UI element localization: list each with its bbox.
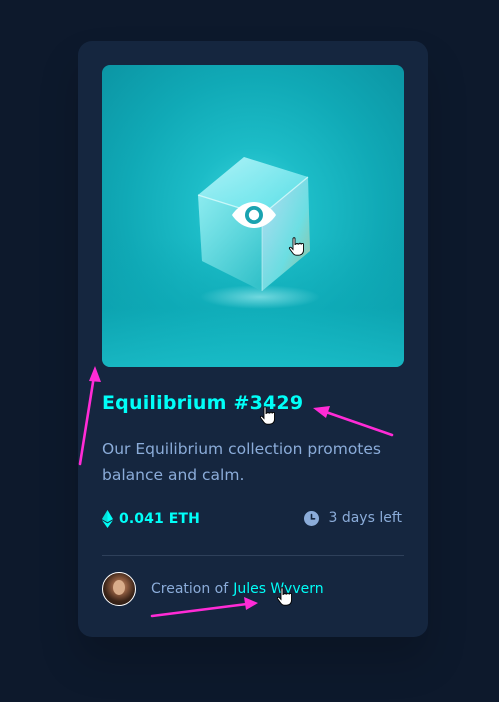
nft-description: Our Equilibrium collection promotes bala… bbox=[102, 440, 381, 484]
nft-card: Equilibrium #3429 Our Equilibrium collec… bbox=[78, 41, 428, 637]
divider bbox=[102, 555, 404, 556]
nft-image[interactable] bbox=[102, 65, 404, 367]
hand-cursor-icon bbox=[259, 406, 275, 425]
hand-cursor-icon bbox=[276, 587, 292, 606]
nft-stats: 0.041 ETH 3 days left bbox=[102, 510, 404, 532]
eye-icon bbox=[232, 202, 276, 228]
time-left-info: 3 days left bbox=[304, 510, 402, 526]
price-info: 0.041 ETH bbox=[102, 510, 200, 528]
creator-prefix: Creation of bbox=[151, 581, 229, 597]
ethereum-icon bbox=[102, 510, 113, 528]
page-background: Equilibrium #3429 Our Equilibrium collec… bbox=[0, 0, 499, 702]
creator-avatar bbox=[102, 572, 136, 606]
clock-icon bbox=[304, 510, 320, 526]
time-left-value: 3 days left bbox=[328, 510, 402, 526]
hand-cursor-icon bbox=[288, 237, 304, 256]
price-value: 0.041 ETH bbox=[119, 511, 200, 527]
